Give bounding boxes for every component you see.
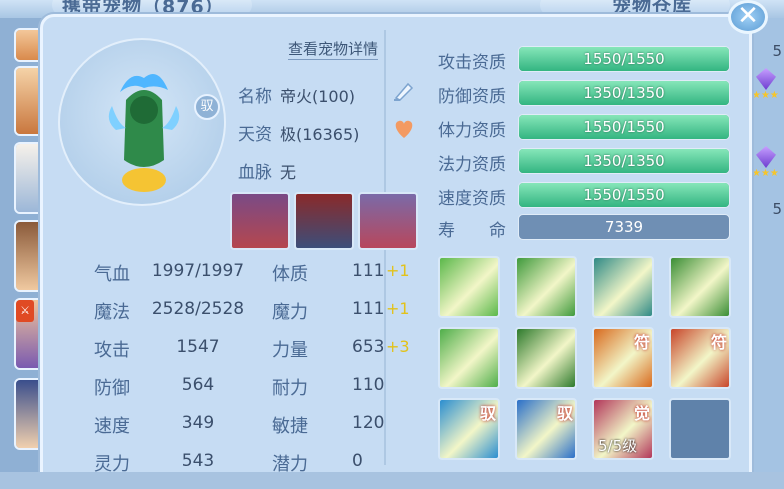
name-label: 名称 (238, 87, 272, 107)
skill-icon[interactable] (515, 256, 577, 318)
attr-bonus: +3 (386, 337, 410, 356)
skill-icon[interactable] (592, 256, 654, 318)
star-rating-icon: ★★★ (752, 90, 779, 101)
stat-label: 防御 (94, 378, 130, 399)
attr-label: 敏捷 (272, 416, 308, 437)
aptitude-label: 体力资质 (438, 121, 506, 141)
ride-badge: 驭 (194, 94, 220, 120)
close-button[interactable]: ✕ (728, 0, 768, 34)
skill-level: 5/5级 (598, 437, 638, 455)
star-rating-icon: ★★★ (752, 168, 779, 179)
aptitude-bar: 1350/1350 (518, 80, 730, 106)
skill-icon[interactable] (438, 327, 500, 389)
skill-icon[interactable]: 驭 (438, 398, 500, 460)
bloodline-label: 血脉 (238, 163, 272, 183)
stat-value: 1547 (176, 337, 220, 357)
stat-value: 1997/1997 (151, 261, 245, 281)
equipment-collar-slot[interactable] (230, 192, 290, 250)
skill-icon[interactable] (515, 327, 577, 389)
crystal-icon (756, 146, 776, 168)
skill-icon[interactable]: 觉 5/5级 (592, 398, 654, 460)
skill-tag: 符 (633, 333, 650, 352)
skill-slot-empty[interactable] (669, 398, 731, 460)
aptitude-value: 1550/1550 (583, 50, 665, 68)
aptitude-bar: 1550/1550 (518, 182, 730, 208)
bottom-strip (0, 472, 784, 489)
aptitude-value: 1350/1350 (583, 84, 665, 102)
pet-avatar (58, 38, 226, 206)
view-pet-details-link[interactable]: 查看宠物详情 (288, 38, 379, 60)
crystal-icon (756, 68, 776, 90)
skill-icon[interactable]: 符 (669, 327, 731, 389)
heart-icon[interactable] (392, 118, 416, 140)
stat-value: 349 (181, 413, 215, 433)
skill-tag: 驭 (479, 404, 496, 423)
aptitude-value: 1550/1550 (583, 186, 665, 204)
talent-label: 天资 (238, 125, 272, 145)
aptitude-label: 速度资质 (438, 189, 506, 209)
pet-figure-icon (108, 74, 180, 192)
skill-icon[interactable]: 符 (592, 327, 654, 389)
attr-label: 力量 (272, 340, 308, 361)
attr-value: 111 (352, 299, 385, 319)
aptitude-label: 攻击资质 (438, 53, 506, 73)
attr-bonus: +1 (386, 299, 410, 318)
attr-value: 110 (352, 375, 385, 395)
item-count: 5 (772, 200, 782, 218)
skill-tag: 觉 (633, 404, 650, 423)
stat-label: 速度 (94, 416, 130, 437)
life-label: 寿 命 (438, 221, 506, 241)
stat-value: 543 (181, 451, 215, 471)
skill-icon[interactable] (669, 256, 731, 318)
talent-value: 极(16365) (280, 125, 360, 144)
stat-value: 2528/2528 (151, 299, 245, 319)
skill-icon[interactable] (438, 256, 500, 318)
aptitude-bar: 1550/1550 (518, 46, 730, 72)
equipment-armor-slot[interactable] (294, 192, 354, 250)
attr-label: 耐力 (272, 378, 308, 399)
stat-value: 564 (181, 375, 215, 395)
attr-bonus: +1 (386, 261, 410, 280)
attr-label: 魔力 (272, 302, 308, 323)
skill-tag: 驭 (556, 404, 573, 423)
bloodline-value: 无 (280, 163, 297, 182)
aptitude-value: 1550/1550 (583, 118, 665, 136)
rename-pencil-icon[interactable] (392, 80, 416, 102)
attr-value: 111 (352, 261, 385, 281)
aptitude-label: 法力资质 (438, 155, 506, 175)
aptitude-value: 1350/1350 (583, 152, 665, 170)
equipment-necklace-slot[interactable] (358, 192, 418, 250)
stat-label: 气血 (94, 264, 130, 285)
stat-label: 魔法 (94, 302, 130, 323)
life-value: 7339 (518, 214, 730, 240)
attr-label: 体质 (272, 264, 308, 285)
attr-value: 120 (352, 413, 385, 433)
item-count: 5 (772, 42, 782, 60)
aptitude-bar: 1350/1350 (518, 148, 730, 174)
aptitude-label: 防御资质 (438, 87, 506, 107)
aptitude-bar: 1550/1550 (518, 114, 730, 140)
skill-tag: 符 (710, 333, 727, 352)
skill-icon[interactable]: 驭 (515, 398, 577, 460)
battle-badge-icon: ⚔ (16, 300, 34, 322)
stat-label: 攻击 (94, 340, 130, 361)
name-value: 帝火(100) (280, 87, 356, 106)
attr-value: 653 (352, 337, 385, 357)
attr-value: 0 (352, 451, 363, 471)
